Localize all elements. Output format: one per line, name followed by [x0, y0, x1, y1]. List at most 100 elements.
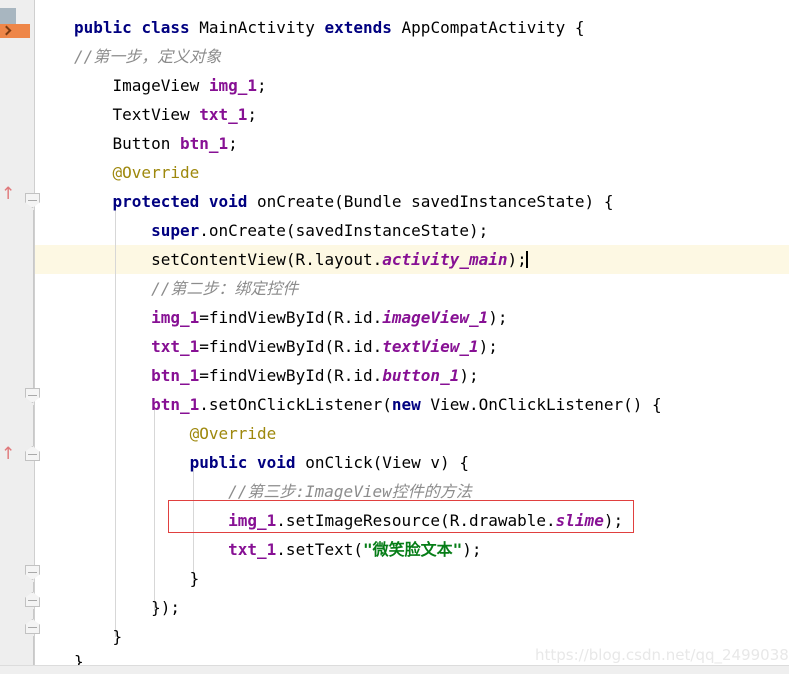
code-token: ;: [247, 105, 258, 124]
code-line[interactable]: img_1.setImageResource(R.drawable.slime)…: [74, 511, 623, 531]
code-line[interactable]: txt_1=findViewById(R.id.textView_1);: [74, 337, 498, 357]
code-token: );: [478, 337, 498, 356]
code-token: activity_main: [382, 250, 508, 269]
code-line[interactable]: //第一步，定义对象: [74, 47, 221, 67]
code-line[interactable]: img_1=findViewById(R.id.imageView_1);: [74, 308, 508, 328]
code-token: "微笑脸文本": [363, 540, 463, 559]
code-token: );: [603, 511, 624, 530]
code-token: setContentView(R.layout.: [74, 250, 383, 269]
fold-connector-line: [33, 582, 34, 592]
code-token: ;: [257, 76, 267, 95]
code-line[interactable]: super.onCreate(savedInstanceState);: [74, 221, 488, 241]
code-line[interactable]: public class MainActivity extends AppCom…: [74, 18, 585, 38]
code-line[interactable]: ImageView img_1;: [74, 76, 267, 96]
fold-down-marker-icon[interactable]: [25, 388, 42, 405]
code-token: =findViewById(R.id.: [199, 337, 383, 356]
fold-connector-line: [33, 609, 34, 619]
code-token: );: [507, 250, 527, 269]
code-surface[interactable]: public class MainActivity extends AppCom…: [0, 0, 789, 674]
code-token: ;: [228, 134, 238, 153]
code-token: slime: [555, 511, 604, 530]
code-line[interactable]: btn_1=findViewById(R.id.button_1);: [74, 366, 479, 386]
code-token: public: [189, 453, 248, 472]
code-token: //第三步:ImageView控件的方法: [74, 482, 472, 501]
gutter-arrow-up-icon: ↑: [1, 184, 16, 204]
code-line[interactable]: TextView txt_1;: [74, 105, 258, 125]
fold-marker-minus-icon: [28, 395, 37, 396]
fold-marker-minus-icon: [28, 454, 37, 455]
watermark: https://blog.csdn.net/qq_24990383: [535, 646, 789, 664]
code-token: void: [257, 453, 296, 472]
fold-connector-line: [33, 405, 34, 446]
fold-marker-minus-icon: [28, 200, 37, 201]
fold-up-marker-icon[interactable]: [25, 619, 42, 636]
code-line[interactable]: Button btn_1;: [74, 134, 238, 154]
code-token: imageView_1: [382, 308, 489, 327]
fold-marker-minus-icon: [28, 572, 37, 573]
code-token: MainActivity: [189, 18, 325, 37]
code-token: txt_1: [199, 105, 248, 124]
code-line[interactable]: public void onClick(View v) {: [74, 453, 469, 473]
code-token: extends: [324, 18, 392, 37]
code-token: img_1: [228, 511, 277, 530]
code-token: });: [74, 598, 180, 617]
code-token: }: [74, 569, 200, 588]
fold-up-marker-icon[interactable]: [25, 592, 42, 609]
code-token: @Override: [74, 163, 200, 182]
fold-marker-minus-icon: [28, 627, 37, 628]
code-line[interactable]: }: [74, 627, 123, 647]
code-line[interactable]: btn_1.setOnClickListener(new View.OnClic…: [74, 395, 662, 415]
code-token: new: [391, 395, 421, 414]
gutter-arrow-up-icon: ↑: [1, 444, 16, 464]
run-gutter-marker-icon[interactable]: [0, 24, 30, 38]
code-token: TextView: [74, 105, 200, 124]
code-token: .setOnClickListener(: [199, 395, 392, 414]
text-caret: [525, 251, 528, 268]
code-token: ImageView: [74, 76, 209, 95]
code-token: button_1: [382, 366, 460, 385]
code-line[interactable]: }: [74, 569, 200, 589]
code-token: protected: [112, 192, 200, 211]
code-line[interactable]: protected void onCreate(Bundle savedInst…: [74, 192, 614, 212]
code-token: );: [488, 308, 508, 327]
code-line[interactable]: setContentView(R.layout.activity_main);: [74, 250, 528, 270]
code-line[interactable]: });: [74, 598, 180, 618]
fold-up-marker-icon[interactable]: [25, 446, 42, 463]
code-token: class: [141, 18, 190, 37]
code-line[interactable]: @Override: [74, 163, 200, 183]
code-token: );: [459, 366, 479, 385]
code-token: btn_1: [179, 134, 229, 153]
code-line[interactable]: //第三步:ImageView控件的方法: [74, 482, 472, 502]
code-token: );: [462, 540, 482, 559]
code-token: Button: [74, 134, 180, 153]
code-line[interactable]: txt_1.setText("微笑脸文本");: [74, 540, 482, 560]
code-token: super: [151, 221, 200, 240]
fold-down-marker-icon[interactable]: [25, 565, 42, 582]
code-token: AppCompatActivity {: [391, 18, 585, 37]
code-token: .setText(: [276, 540, 363, 559]
code-token: onCreate(Bundle savedInstanceState) {: [247, 192, 614, 211]
code-token: textView_1: [382, 337, 479, 356]
code-line[interactable]: //第二步：绑定控件: [74, 279, 298, 299]
code-token: btn_1: [151, 366, 200, 385]
code-token: .onCreate(savedInstanceState);: [199, 221, 489, 240]
code-line[interactable]: @Override: [74, 424, 277, 444]
code-token: void: [208, 192, 248, 211]
code-token: btn_1: [151, 395, 200, 414]
code-token: //第一步，定义对象: [74, 47, 222, 66]
code-editor[interactable]: public class MainActivity extends AppCom…: [0, 0, 789, 674]
code-token: img_1: [208, 76, 258, 95]
fold-down-marker-icon[interactable]: [25, 193, 42, 210]
code-token: txt_1: [151, 337, 200, 356]
